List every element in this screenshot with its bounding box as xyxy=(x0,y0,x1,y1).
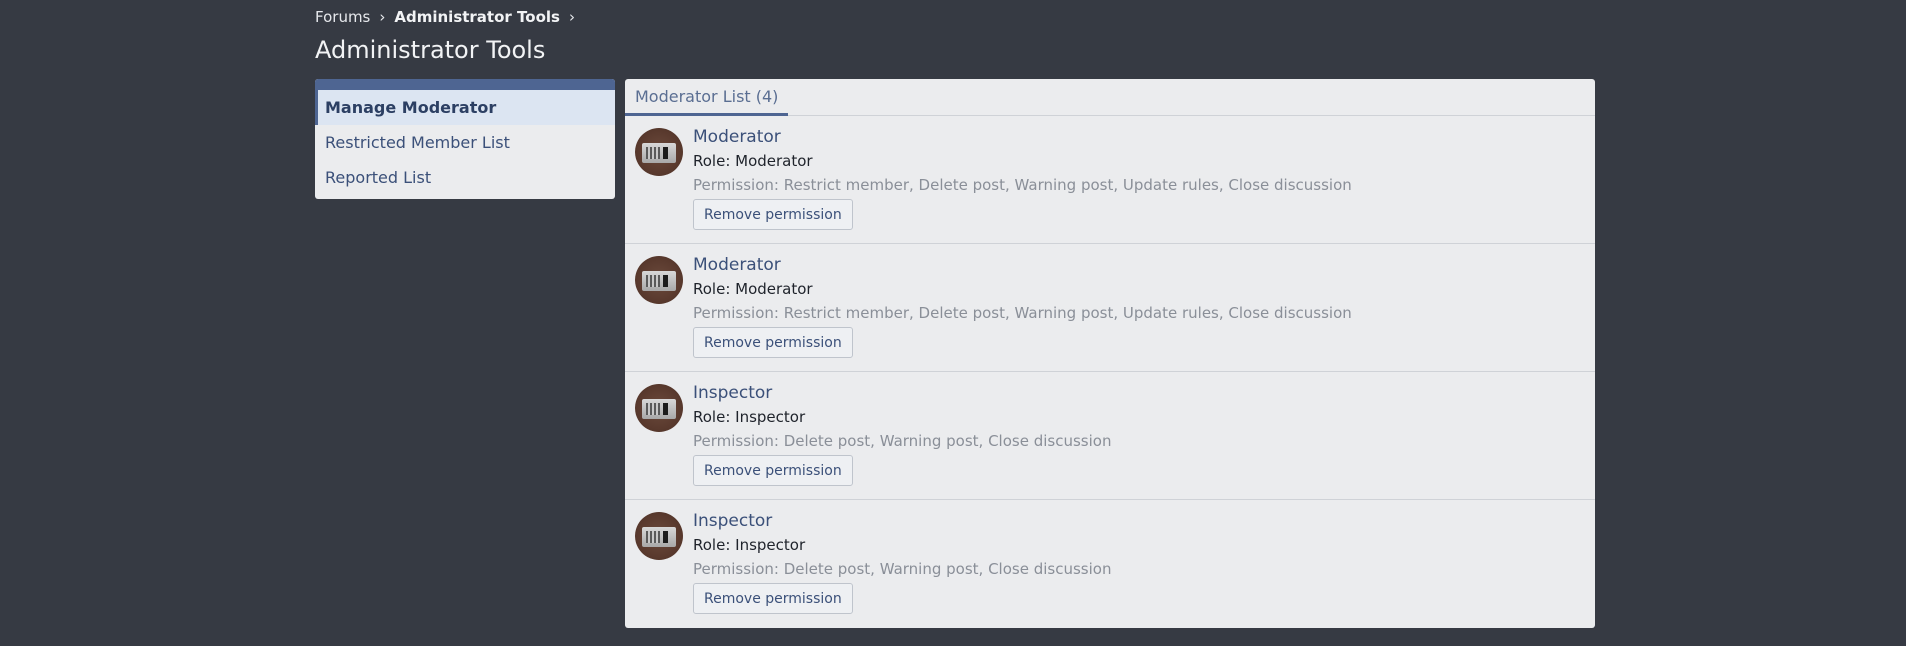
remove-permission-button[interactable]: Remove permission xyxy=(693,583,853,614)
moderator-info: Moderator Role: Moderator Permission: Re… xyxy=(693,126,1352,230)
moderator-role: Role: Inspector xyxy=(693,408,806,426)
moderator-name-link[interactable]: Moderator xyxy=(693,126,1352,148)
sidebar-item-label: Manage Moderator xyxy=(325,98,497,117)
page-title: Administrator Tools xyxy=(315,36,546,64)
avatar[interactable] xyxy=(635,256,683,304)
remove-permission-button[interactable]: Remove permission xyxy=(693,199,853,230)
moderator-info: Moderator Role: Moderator Permission: Re… xyxy=(693,254,1352,358)
sidebar-item-manage-moderator[interactable]: Manage Moderator xyxy=(315,90,615,125)
remove-permission-button[interactable]: Remove permission xyxy=(693,327,853,358)
breadcrumb-administrator-tools-link[interactable]: Administrator Tools xyxy=(394,8,560,26)
moderator-role: Role: Moderator xyxy=(693,280,813,298)
moderator-permissions: Permission: Delete post, Warning post, C… xyxy=(693,432,1112,450)
sidebar-item-label: Restricted Member List xyxy=(325,133,510,152)
page-background: Forums › Administrator Tools › Administr… xyxy=(0,0,1906,646)
breadcrumb: Forums › Administrator Tools › xyxy=(315,8,584,26)
avatar[interactable] xyxy=(635,512,683,560)
sidebar-item-reported-list[interactable]: Reported List xyxy=(315,160,615,195)
avatar-image xyxy=(642,143,676,163)
sidebar-item-restricted-member-list[interactable]: Restricted Member List xyxy=(315,125,615,160)
sidebar-item-label: Reported List xyxy=(325,168,432,187)
avatar-image xyxy=(642,527,676,547)
sidebar-header-bar xyxy=(315,79,615,90)
moderator-role: Role: Inspector xyxy=(693,536,806,554)
list-item: Inspector Role: Inspector Permission: De… xyxy=(625,500,1595,628)
tab-moderator-list[interactable]: Moderator List (4) xyxy=(625,79,789,116)
moderator-name-link[interactable]: Inspector xyxy=(693,382,1111,404)
chevron-right-icon: › xyxy=(568,8,575,26)
avatar[interactable] xyxy=(635,384,683,432)
moderator-permissions: Permission: Restrict member, Delete post… xyxy=(693,176,1352,194)
sidebar: Manage Moderator Restricted Member List … xyxy=(315,79,615,199)
avatar-image xyxy=(642,399,676,419)
breadcrumb-forums-link[interactable]: Forums xyxy=(315,8,370,26)
list-item: Inspector Role: Inspector Permission: De… xyxy=(625,372,1595,500)
list-item: Moderator Role: Moderator Permission: Re… xyxy=(625,244,1595,372)
moderator-role: Role: Moderator xyxy=(693,152,813,170)
moderator-permissions: Permission: Restrict member, Delete post… xyxy=(693,304,1352,322)
moderator-name-link[interactable]: Inspector xyxy=(693,510,1111,532)
moderator-name-link[interactable]: Moderator xyxy=(693,254,1352,276)
remove-permission-button[interactable]: Remove permission xyxy=(693,455,853,486)
moderator-info: Inspector Role: Inspector Permission: De… xyxy=(693,510,1111,614)
avatar-image xyxy=(642,271,676,291)
tab-bar: Moderator List (4) xyxy=(625,79,1595,116)
avatar[interactable] xyxy=(635,128,683,176)
list-item: Moderator Role: Moderator Permission: Re… xyxy=(625,116,1595,244)
moderator-info: Inspector Role: Inspector Permission: De… xyxy=(693,382,1111,486)
chevron-right-icon: › xyxy=(379,8,386,26)
moderator-list-panel: Moderator List (4) Moderator Role: Moder… xyxy=(625,79,1595,628)
moderator-permissions: Permission: Delete post, Warning post, C… xyxy=(693,560,1112,578)
